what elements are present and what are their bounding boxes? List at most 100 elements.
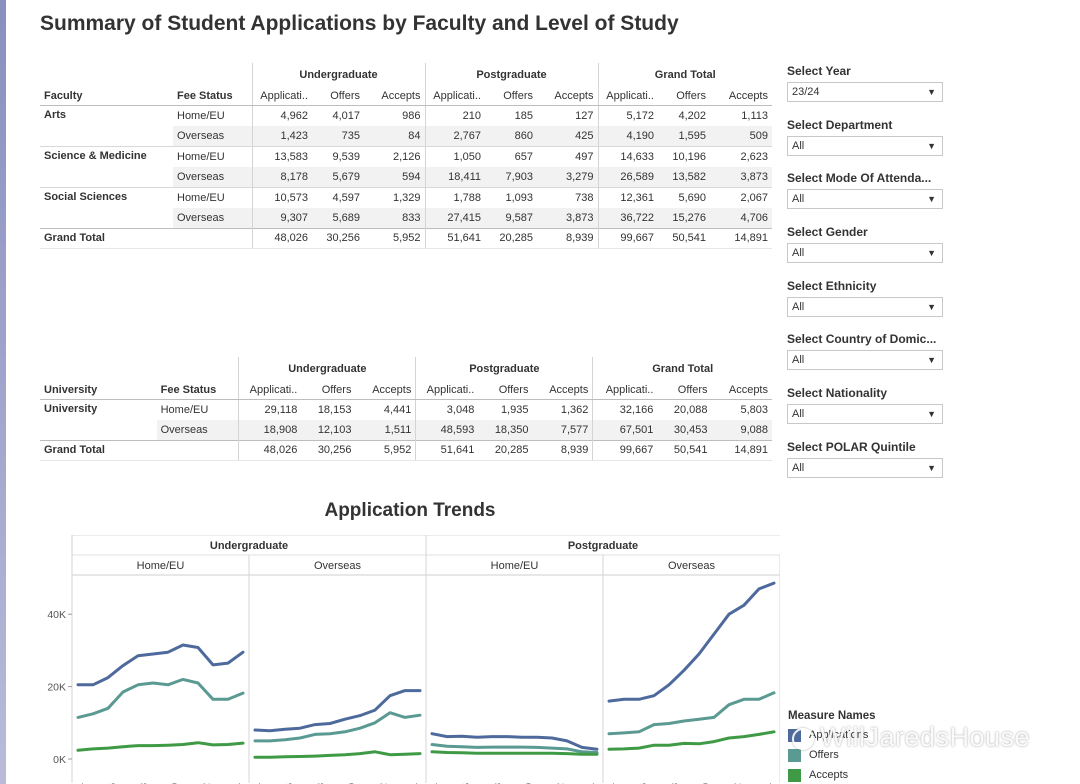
- table-cell: 5,803: [711, 398, 772, 420]
- table-cell: 13,582: [658, 166, 710, 187]
- dropdown-arrow-icon: ▼: [927, 87, 936, 97]
- grand-total-cell: 99,667: [592, 439, 658, 461]
- filter-dropdown[interactable]: 23/24 ▼: [787, 82, 943, 102]
- row-faculty-label: Arts: [40, 104, 173, 126]
- filter-value: All: [792, 247, 805, 260]
- row-fee-status: Home/EU: [173, 145, 252, 167]
- filter-value: All: [792, 193, 805, 206]
- table-cell: 1,362: [532, 398, 593, 420]
- fee-status-column-header: Fee Status: [173, 85, 252, 106]
- watermark-logo-icon: [792, 727, 814, 750]
- measure-header: Accepts: [364, 85, 425, 106]
- table-cell: 9,587: [485, 207, 537, 228]
- filter-label: Select POLAR Quintile: [787, 439, 916, 454]
- table-cell: 1,935: [478, 398, 533, 420]
- filter-label: Select Country of Domic...: [787, 332, 937, 347]
- filter-group: Select Gender All ▼: [787, 225, 947, 279]
- grand-total-cell: 30,256: [312, 227, 364, 249]
- table-cell: 5,679: [312, 166, 364, 187]
- measure-header: Applicati..: [592, 379, 658, 400]
- filter-group: Select Department All ▼: [787, 118, 947, 172]
- series-line-accepts: [76, 741, 245, 752]
- filter-label: Select Department: [787, 117, 893, 132]
- table-cell: 4,706: [710, 207, 772, 228]
- filter-dropdown[interactable]: All ▼: [787, 404, 943, 425]
- filter-group: Select POLAR Quintile All ▼: [787, 440, 947, 494]
- grand-total-spacer: [173, 227, 252, 249]
- table-cell: 127: [537, 104, 598, 126]
- page-title: Summary of Student Applications by Facul…: [40, 12, 679, 35]
- legend-item[interactable]: Accepts: [788, 765, 876, 784]
- table-cell: 2,126: [364, 145, 425, 167]
- table-cell: 15,276: [658, 207, 710, 228]
- table-cell: 185: [485, 104, 537, 126]
- table-cell: 425: [537, 125, 598, 146]
- filter-dropdown[interactable]: All ▼: [787, 135, 943, 156]
- table-cell: 12,361: [597, 186, 658, 208]
- table-row: University Home/EU 29,118 18,153 4,441 3,048 1…: [40, 398, 772, 420]
- series-line-applications: [253, 689, 422, 733]
- faculty-crosstab: Undergraduate Postgraduate Grand Total F…: [40, 63, 772, 249]
- table-cell: 67,501: [592, 419, 658, 440]
- series-line-accepts: [607, 730, 776, 751]
- table-cell: 26,589: [597, 166, 658, 187]
- y-tick-label: 40K: [47, 609, 66, 621]
- filter-dropdown[interactable]: All ▼: [787, 350, 943, 371]
- filter-panel: Select Year 23/24 ▼ Select Department All ▼ Se…: [787, 64, 947, 494]
- group-header-postgraduate: Postgraduate: [424, 63, 598, 85]
- table-cell: 1,788: [424, 186, 485, 208]
- table-row: Overseas 8,178 5,679 594 18,411 7,903 3,279 26,…: [40, 166, 772, 188]
- grand-total-cell: 30,256: [301, 439, 356, 461]
- group-header-postgraduate: Postgraduate: [415, 357, 593, 379]
- table-cell: 20,088: [657, 398, 712, 420]
- row-faculty-label: [40, 208, 173, 229]
- table-row: Overseas 9,307 5,689 833 27,415 9,587 3,873 36,…: [40, 207, 772, 229]
- row-faculty-label: [40, 126, 173, 147]
- measure-header: Offers: [657, 379, 712, 400]
- series-line-accepts: [253, 750, 422, 759]
- row-faculty-label: [40, 167, 173, 188]
- table-row: Overseas 18,908 12,103 1,511 48,593 18,350 7,5…: [40, 419, 772, 440]
- filter-dropdown[interactable]: All ▼: [787, 457, 943, 478]
- series-line-applications: [76, 643, 245, 687]
- grand-total-cell: 99,667: [597, 227, 658, 249]
- series-line-offers: [253, 711, 422, 743]
- filter-dropdown[interactable]: All ▼: [787, 243, 943, 264]
- table-cell: 4,962: [251, 104, 312, 126]
- filter-dropdown[interactable]: All ▼: [787, 189, 943, 210]
- panel-header: Overseas: [668, 560, 716, 572]
- table-row: Social Sciences Home/EU 10,573 4,597 1,329 1,…: [40, 186, 772, 208]
- grand-total-row: Grand Total 48,026 30,256 5,952 51,641 20,285…: [40, 439, 772, 461]
- chart-group-header: Postgraduate: [568, 540, 638, 552]
- measure-header: Offers: [478, 379, 533, 400]
- panel-header: Overseas: [314, 560, 362, 572]
- table-cell: 14,633: [597, 145, 658, 167]
- grand-total-cell: 14,891: [710, 227, 772, 249]
- row-fee-status: Overseas: [173, 207, 252, 228]
- measure-header: Accepts: [532, 379, 593, 400]
- measure-header: Accepts: [710, 85, 772, 106]
- row-fee-status: Overseas: [156, 419, 239, 440]
- legend-label: Accepts: [809, 769, 849, 781]
- filter-value: All: [792, 139, 805, 152]
- filter-group: Select Year 23/24 ▼: [787, 64, 947, 118]
- table-cell: 1,093: [485, 186, 537, 208]
- series-line-applications: [607, 581, 776, 703]
- table-cell: 7,577: [532, 419, 593, 440]
- watermark-text: WillJaredsHouse: [820, 722, 1031, 752]
- filter-dropdown[interactable]: All ▼: [787, 296, 943, 317]
- table-cell: 2,623: [710, 145, 772, 167]
- grand-total-cell: 5,952: [364, 227, 425, 249]
- table-cell: 3,048: [415, 398, 479, 420]
- grand-total-cell: 8,939: [537, 227, 598, 249]
- measure-header: Applicati..: [424, 85, 485, 106]
- dropdown-arrow-icon: ▼: [927, 194, 936, 205]
- grand-total-cell: 50,541: [657, 439, 712, 461]
- faculty-column-header: Faculty: [40, 85, 173, 106]
- measure-header: Applicati..: [415, 379, 479, 400]
- row-faculty-label: Science & Medicine: [40, 145, 173, 167]
- table-cell: 48,593: [415, 419, 479, 440]
- row-faculty-label: Social Sciences: [40, 186, 173, 208]
- window-edge: [0, 0, 6, 784]
- table-cell: 1,423: [251, 125, 312, 146]
